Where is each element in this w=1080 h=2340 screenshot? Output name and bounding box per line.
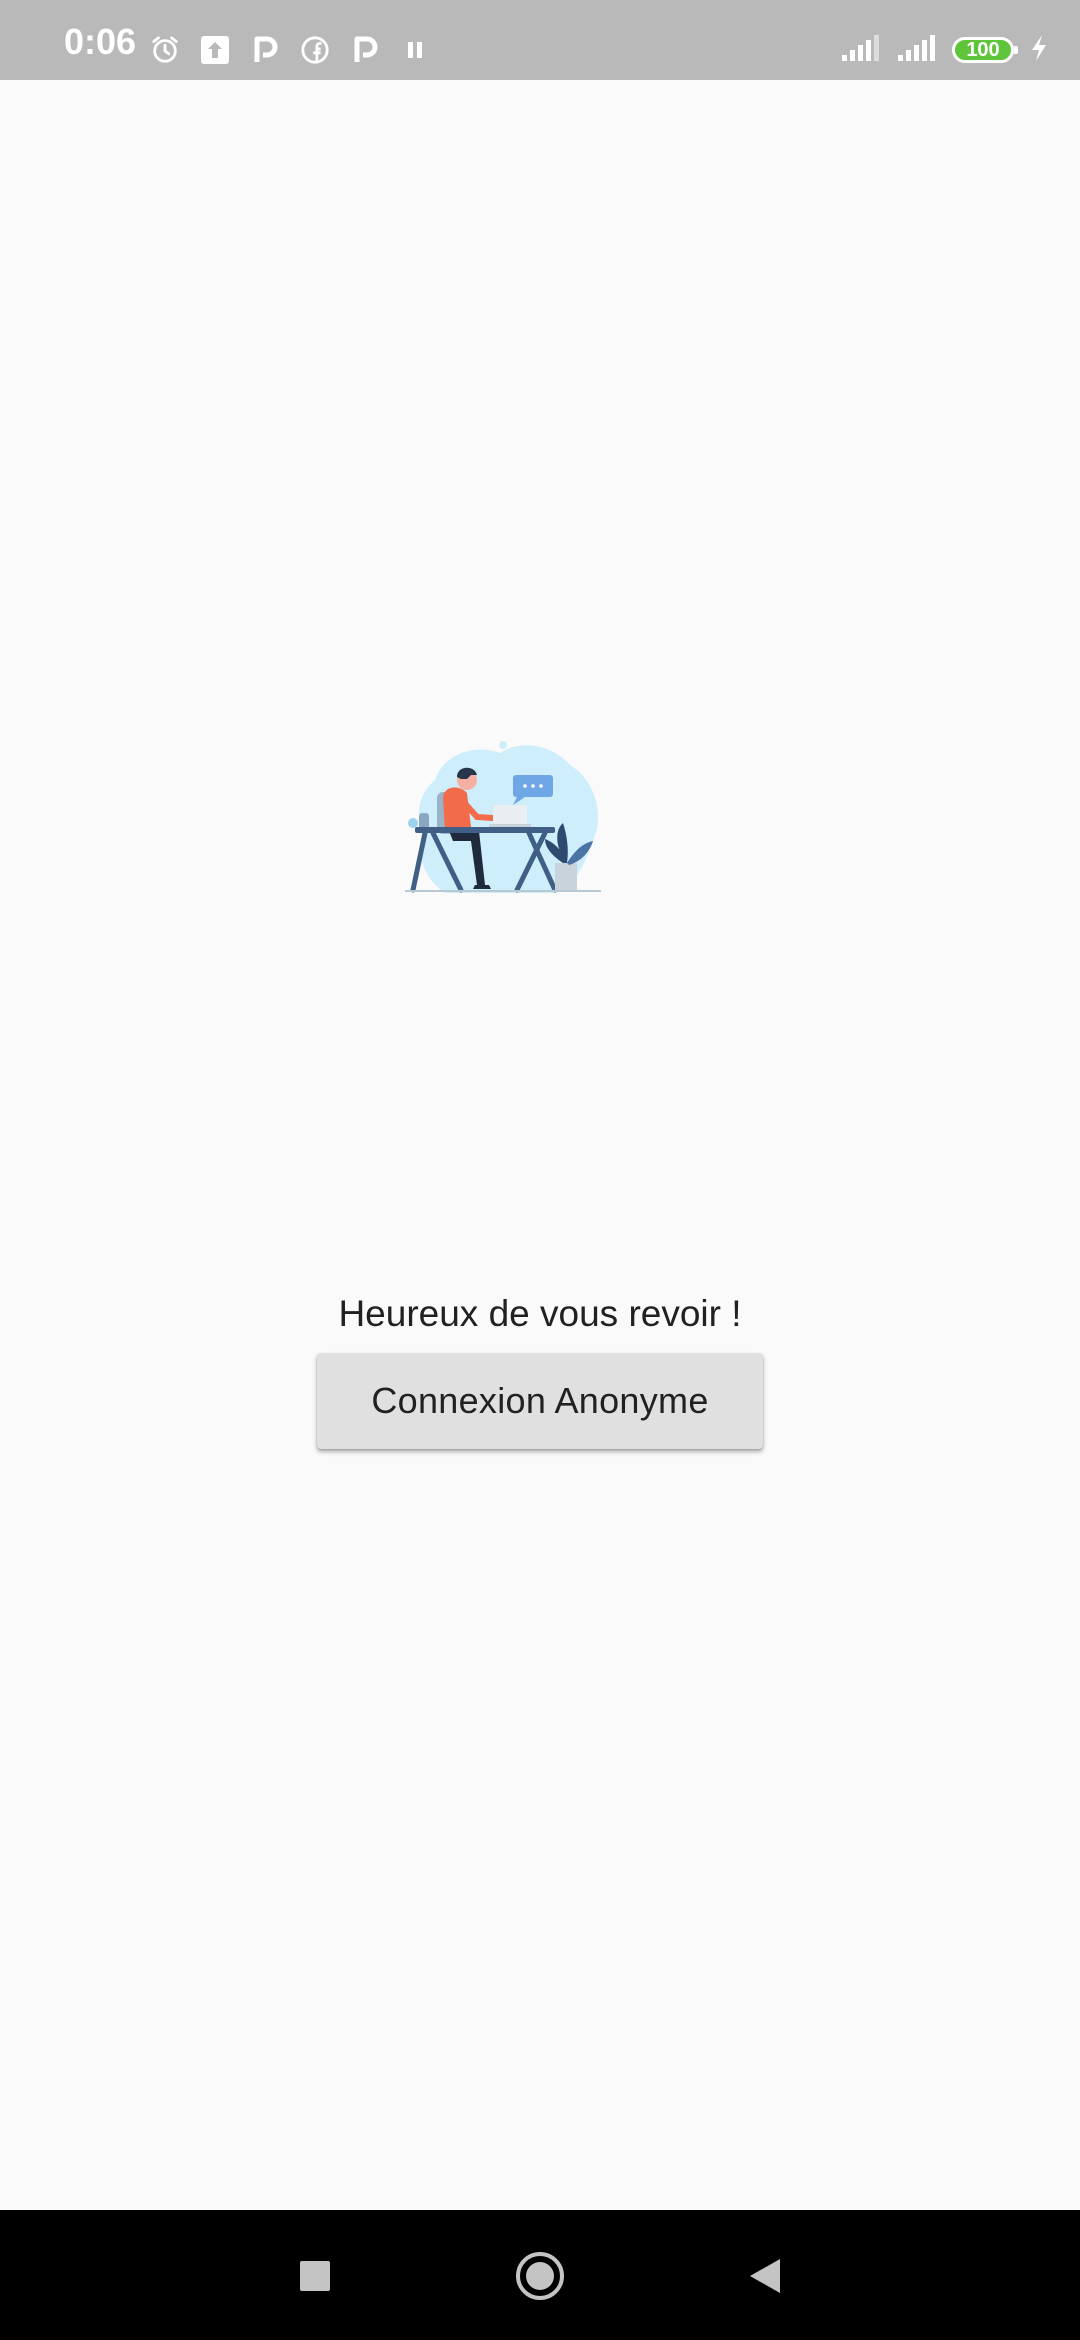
facebook-icon [300,35,330,65]
alarm-icon [150,35,180,65]
recents-square-icon[interactable] [285,2246,345,2306]
login-screen: 0:06 100 Heureux de vous revoir ! Connex… [0,0,1080,2340]
battery-icon: 100 [952,37,1018,63]
parking-icon [250,35,280,65]
signal-icon [896,33,938,68]
status-bar: 0:06 100 [0,0,1080,80]
upload-icon [200,35,230,65]
welcome-message: Heureux de vous revoir ! [338,1293,742,1334]
signal-icon [840,33,882,68]
battery-level: 100 [966,39,1000,61]
notification-icons [150,30,430,70]
pause-icon [400,35,430,65]
person-working-at-desk-illustration [405,735,605,905]
anonymous-login-button[interactable]: Connexion Anonyme [317,1353,763,1449]
back-triangle-icon[interactable] [735,2246,795,2306]
charging-icon [1028,33,1050,68]
parking-icon [350,35,380,65]
system-icons: 100 [840,30,1050,70]
status-time: 0:06 [64,21,137,62]
navigation-bar [0,2210,1080,2340]
home-circle-icon[interactable] [510,2246,570,2306]
